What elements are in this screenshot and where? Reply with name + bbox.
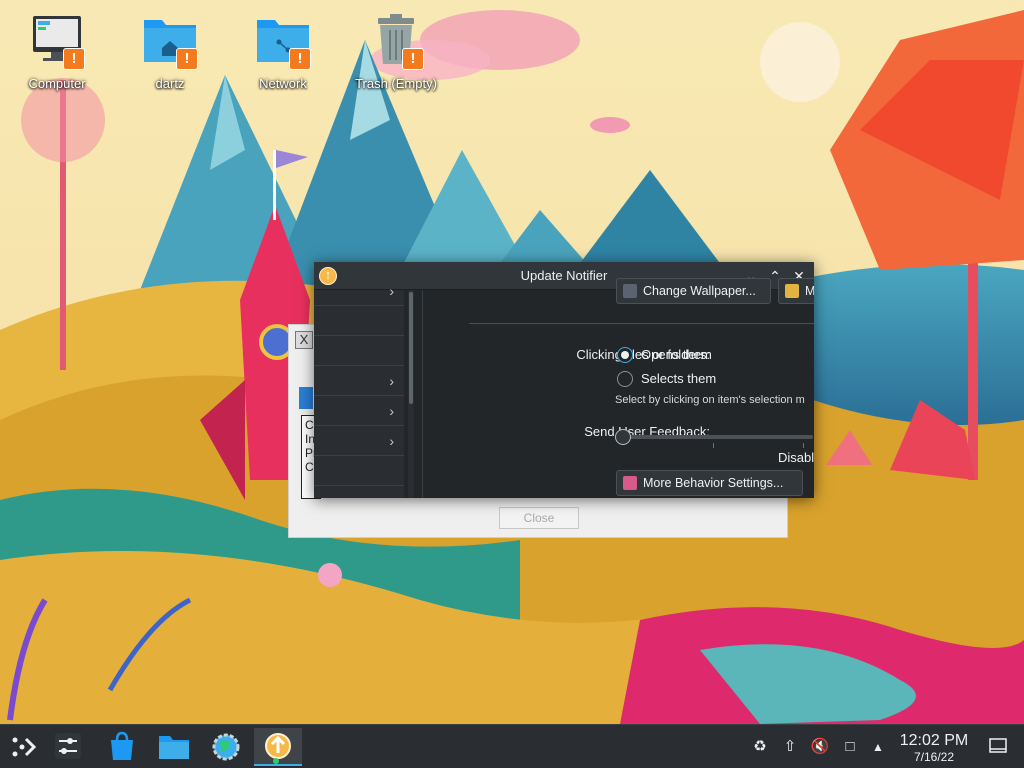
computer-icon: ! [29,10,85,70]
opens-them-label[interactable]: Opens them [641,347,712,362]
slider-handle[interactable] [615,429,631,445]
notifications-bell-icon[interactable]: ♻ [750,737,770,757]
change-wallpaper-button[interactable]: Change Wallpaper... [616,278,771,304]
sidebar-item[interactable]: › [314,426,404,456]
background-dialog-blue-button[interactable] [299,387,313,409]
network-wired-icon[interactable]: □ [840,737,860,757]
desktop-icon-label: dartz [155,76,185,91]
taskbar: ♻ ⇧ 🔇 □ ▲ 12:02 PM 7/16/22 [0,724,1024,768]
digital-clock[interactable]: 12:02 PM 7/16/22 [896,732,972,764]
feedback-slider[interactable] [615,429,813,448]
home-folder-icon: ! [142,10,198,70]
desktop-icon-trash[interactable]: ! Trash (Empty) [348,10,444,91]
slider-tick [803,443,804,448]
chevron-right-icon: › [389,403,394,419]
settings-sliders-icon [55,733,81,759]
steamdeck-launcher-icon [12,737,37,757]
chevron-right-icon: › [389,373,394,389]
partial-button[interactable]: M [778,278,814,304]
file-manager-button[interactable] [154,728,194,766]
change-wallpaper-label: Change Wallpaper... [643,284,756,298]
close-button[interactable]: Close [499,507,579,529]
colors-icon [785,284,799,298]
opens-them-radio[interactable] [617,347,633,363]
app-launcher-button[interactable] [2,728,42,766]
sidebar-item[interactable] [314,306,404,336]
clock-date: 7/16/22 [913,750,955,764]
chevron-right-icon: › [389,283,394,299]
selects-them-radio[interactable] [617,371,633,387]
update-notifier-task[interactable] [254,728,302,766]
wallpaper-icon [623,284,637,298]
desktop-icon-home-folder[interactable]: ! dartz [122,10,218,91]
desktop-icon-label: Computer [28,76,86,91]
settings-icon [623,476,637,490]
settings-content: Change Wallpaper... M Clicking files or … [423,278,814,498]
sidebar-item[interactable]: › [314,366,404,396]
tray-expand-arrow-icon[interactable]: ▲ [868,737,888,757]
discover-store-button[interactable] [102,728,142,766]
more-behavior-settings-button[interactable]: More Behavior Settings... [616,470,803,496]
update-available-icon[interactable]: ⇧ [780,737,800,757]
web-browser-button[interactable] [206,728,246,766]
shopping-bag-icon [111,731,133,760]
desktop-icon-label: Network [259,76,307,91]
warning-badge-icon: ! [402,48,424,70]
x-app-icon: X [295,331,313,349]
clock-time: 12:02 PM [899,732,969,749]
update-notifier-icon [265,733,291,764]
sidebar-scrollbar-thumb[interactable] [409,292,413,404]
network-folder-icon: ! [255,10,311,70]
sidebar-item[interactable] [314,456,404,486]
selects-them-label[interactable]: Selects them [641,371,716,386]
trash-icon: ! [368,10,424,70]
chevron-right-icon: › [389,433,394,449]
partial-button-label: M [805,284,814,298]
slider-value-label: Disabl [778,450,814,465]
show-desktop-icon[interactable] [988,737,1008,757]
slider-track[interactable] [623,435,813,439]
volume-muted-icon[interactable]: 🔇 [810,737,830,757]
globe-gear-icon [212,733,240,761]
sidebar-item[interactable]: › [314,396,404,426]
settings-sidebar: › › › › [314,283,404,498]
warning-badge-icon: ! [63,48,85,70]
warning-badge-icon: ! [289,48,311,70]
desktop-icon-label: Trash (Empty) [355,76,437,91]
sidebar-item[interactable] [314,336,404,366]
sidebar-item[interactable]: › [314,276,404,306]
desktop-icon-computer[interactable]: ! Computer [9,10,105,91]
warning-badge-icon: ! [176,48,198,70]
more-behavior-label: More Behavior Settings... [643,476,784,490]
separator [469,323,814,324]
folder-icon [159,736,189,759]
update-notifier-window: Update Notifier ⌄ ⌃ ✕ › › › › Change Wal… [314,262,814,498]
desktop-icon-network[interactable]: ! Network [235,10,331,91]
selection-hint: Select by clicking on item's selection m [615,394,805,406]
system-settings-button[interactable] [48,728,88,766]
slider-tick [713,443,714,448]
